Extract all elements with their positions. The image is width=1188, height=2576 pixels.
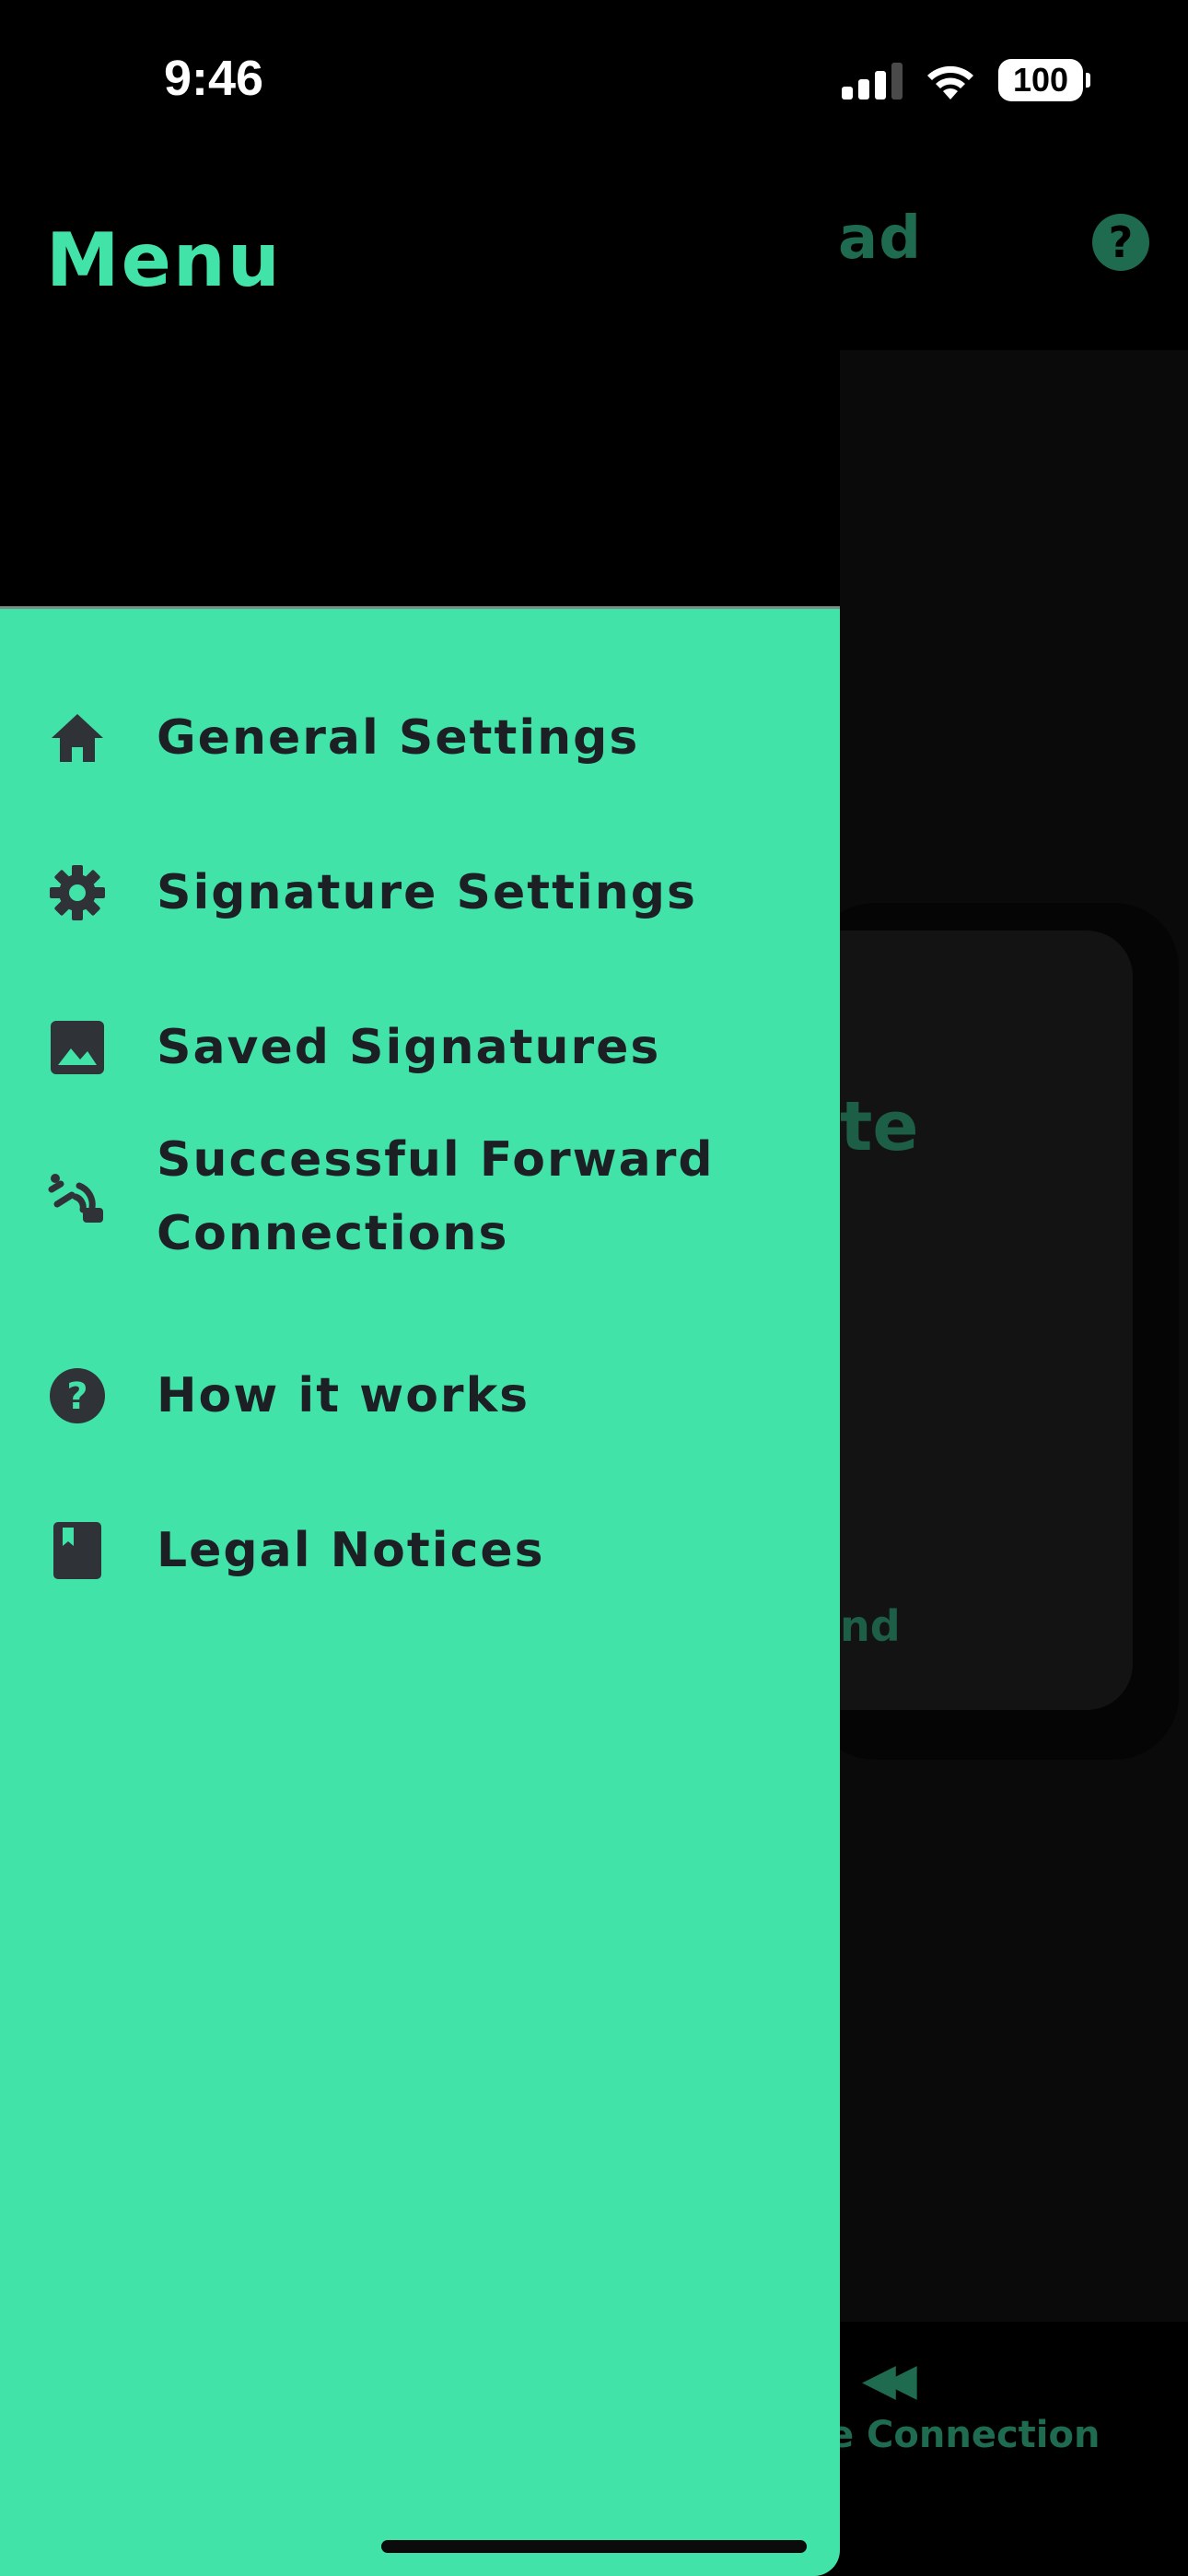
background-help-icon: ? [1092,214,1149,271]
menu-item-successful-forward-connections[interactable]: Successful Forward Connections [0,1114,840,1280]
menu-item-signature-settings[interactable]: Signature Settings [0,837,840,948]
signal-icon [842,63,903,100]
image-icon [46,1016,109,1079]
svg-text:?: ? [66,1376,87,1418]
drawer-menu: General Settings Signature Settings Save… [0,609,840,2576]
menu-item-saved-signatures[interactable]: Saved Signatures [0,992,840,1103]
background-card-footer: nd [840,1601,901,1651]
rewind-icon: ◀◀ [862,2354,917,2406]
background-tab-label: e Connection [829,2414,1101,2456]
drawer-title: Menu [46,217,282,303]
background-card-title: te [840,1087,919,1166]
menu-item-legal-notices[interactable]: Legal Notices [0,1495,840,1606]
battery-indicator: 100 [998,59,1090,101]
help-circle-icon: ? [46,1364,109,1427]
menu-item-label: Signature Settings [157,865,697,920]
menu-item-label: How it works [157,1368,530,1423]
menu-item-label: Saved Signatures [157,1020,661,1075]
menu-item-label: General Settings [157,710,640,766]
background-page-title: ad [838,205,922,273]
gear-icon [46,861,109,924]
menu-item-how-it-works[interactable]: ? How it works [0,1341,840,1451]
wifi-icon [927,65,973,100]
status-time: 9:46 [164,51,264,106]
menu-item-label: Legal Notices [157,1523,545,1578]
connection-icon [46,1165,109,1228]
app-screen: ad ? te nd ◀◀ e Connection Menu 9:46 100… [0,0,1188,2576]
menu-item-general-settings[interactable]: General Settings [0,683,840,793]
menu-item-label: Successful Forward Connections [157,1132,715,1261]
home-indicator[interactable] [381,2540,807,2553]
book-icon [46,1519,109,1582]
home-icon [46,707,109,769]
drawer-header: Menu [0,0,840,609]
